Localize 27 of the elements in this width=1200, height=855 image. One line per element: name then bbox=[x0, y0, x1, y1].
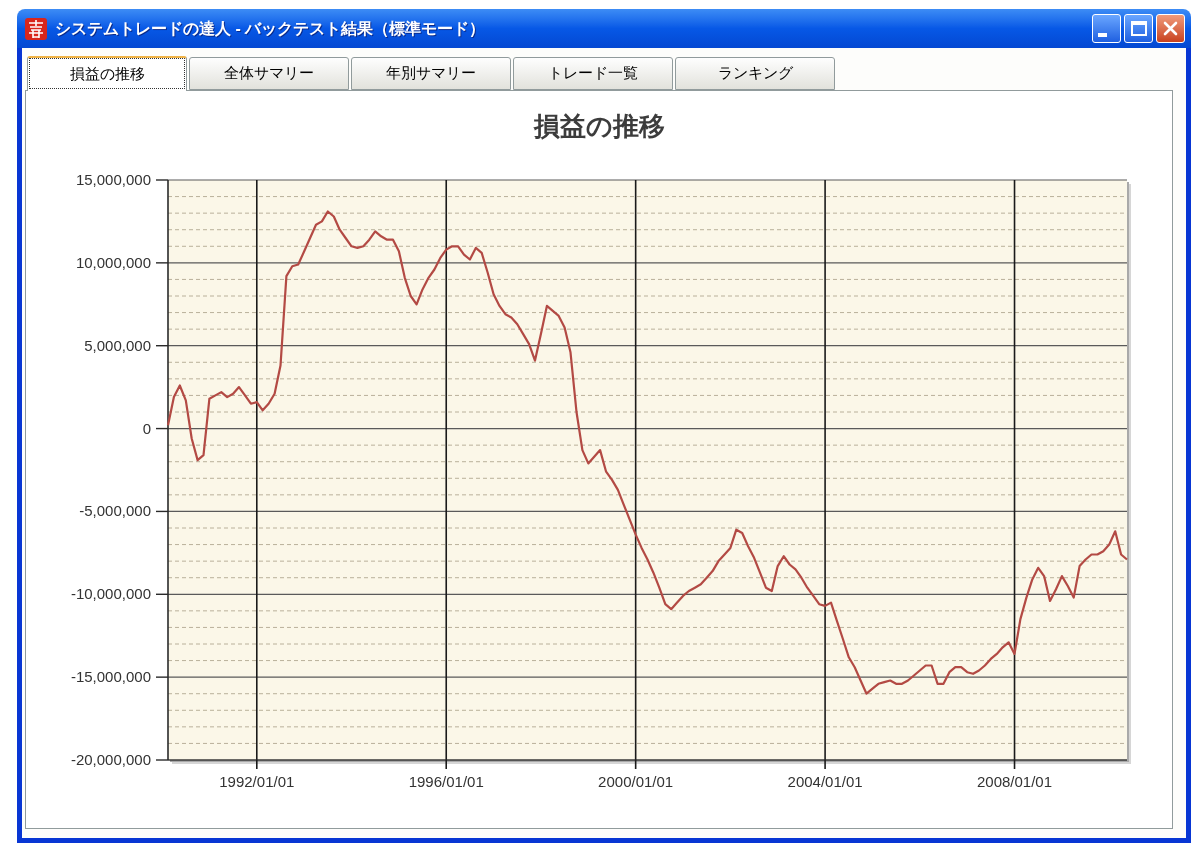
x-axis-label: 1992/01/01 bbox=[219, 773, 295, 790]
y-axis-label: 0 bbox=[142, 419, 151, 437]
tab[interactable]: ランキング bbox=[675, 57, 835, 90]
x-axis-label: 2004/01/01 bbox=[787, 773, 863, 790]
maximize-button[interactable] bbox=[1124, 14, 1153, 43]
window-title: システムトレードの達人 - バックテスト結果（標準モード） bbox=[55, 18, 486, 39]
app-icon bbox=[25, 17, 47, 40]
tab[interactable]: 全体サマリー bbox=[189, 57, 349, 90]
maximize-icon bbox=[1130, 21, 1147, 36]
minimize-icon bbox=[1098, 33, 1107, 37]
close-icon bbox=[1163, 21, 1178, 36]
y-axis-label: 10,000,000 bbox=[75, 253, 151, 271]
y-axis-label: -10,000,000 bbox=[70, 585, 151, 603]
close-button[interactable] bbox=[1156, 14, 1185, 43]
tab[interactable]: 損益の推移 bbox=[27, 56, 187, 91]
y-axis-label: 15,000,000 bbox=[75, 171, 151, 188]
x-axis-label: 1996/01/01 bbox=[408, 773, 484, 790]
tab[interactable]: トレード一覧 bbox=[513, 57, 673, 90]
chart-title: 損益の推移 bbox=[533, 110, 665, 141]
minimize-button[interactable] bbox=[1092, 14, 1121, 43]
y-axis-label: -15,000,000 bbox=[70, 668, 151, 686]
tab[interactable]: 年別サマリー bbox=[351, 57, 511, 90]
y-axis-label: -20,000,000 bbox=[70, 751, 151, 768]
y-axis-label: 5,000,000 bbox=[84, 336, 151, 354]
y-axis-label: -5,000,000 bbox=[79, 502, 151, 520]
x-axis-label: 2000/01/01 bbox=[598, 773, 674, 790]
x-axis-label: 2008/01/01 bbox=[977, 773, 1053, 790]
